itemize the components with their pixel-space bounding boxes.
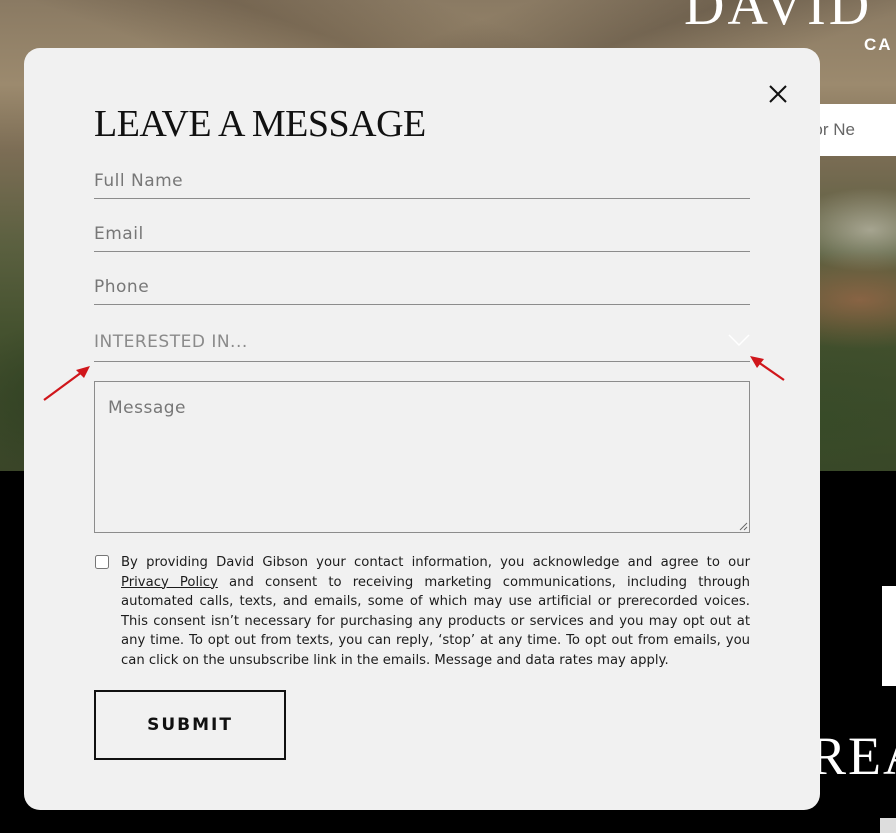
brand-subtitle: CA <box>864 35 893 54</box>
consent-text: By providing David Gibson your contact i… <box>121 553 750 670</box>
red-arrow-icon <box>750 356 785 381</box>
interested-in-label: INTERESTED IN... <box>94 332 248 352</box>
consent-checkbox[interactable] <box>95 555 109 569</box>
submit-button[interactable]: SUBMIT <box>94 690 286 760</box>
background-widget <box>880 818 896 833</box>
background-heading: REA <box>810 726 896 786</box>
close-button[interactable] <box>764 80 792 108</box>
close-icon <box>769 85 787 103</box>
chevron-down-icon <box>728 334 750 346</box>
message-textarea[interactable] <box>94 381 750 533</box>
full-name-input[interactable] <box>94 163 750 199</box>
resize-grip-icon[interactable] <box>738 521 748 531</box>
email-input[interactable] <box>94 216 750 252</box>
brand-name: DAVID <box>684 0 873 37</box>
phone-input[interactable] <box>94 269 750 305</box>
leave-message-modal: LEAVE A MESSAGE INTERESTED IN... By prov… <box>24 48 820 810</box>
privacy-policy-link[interactable]: Privacy Policy <box>121 575 218 590</box>
background-heading-glyph <box>882 586 896 686</box>
modal-title: LEAVE A MESSAGE <box>94 103 426 145</box>
consent-text-before: By providing David Gibson your contact i… <box>121 555 750 570</box>
red-arrow-icon <box>43 366 90 401</box>
interested-in-select[interactable]: INTERESTED IN... <box>94 320 750 362</box>
